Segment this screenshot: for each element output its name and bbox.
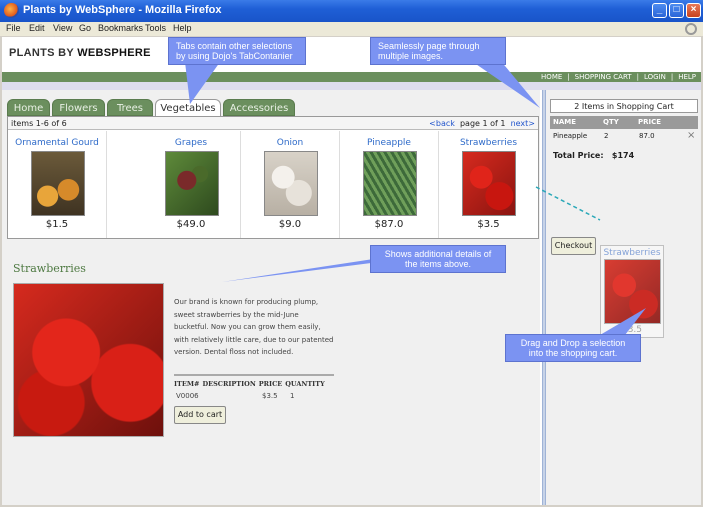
page-indicator: page 1 of 1: [459, 119, 506, 128]
item-image[interactable]: [462, 151, 516, 216]
web-page: PLANTS BY WEBSPHERE HOME | SHOPPING CART | L…: [2, 37, 701, 505]
cart-title: 2 Items in Shopping Cart: [550, 99, 698, 113]
tab-accessories[interactable]: Accessories: [223, 99, 295, 116]
menu-file[interactable]: File: [6, 23, 21, 33]
header-strip: [2, 82, 701, 90]
callout-details: Shows additional details of the items ab…: [370, 245, 506, 273]
callout-drag: Drag and Drop a selection into the shopp…: [505, 334, 641, 362]
item-price: $49.0: [176, 219, 206, 230]
cart-item-name: Pineapple: [553, 132, 588, 140]
items-count: items 1-6 of 6: [11, 119, 67, 128]
catalog-item[interactable]: Grapes $49.0: [142, 131, 241, 238]
item-name[interactable]: Onion: [241, 138, 339, 148]
shopping-cart-pane: 2 Items in Shopping Cart NAME QTY PRICE …: [546, 90, 701, 505]
cart-col-name: NAME: [553, 118, 577, 126]
cart-total-value: $174: [611, 151, 635, 160]
cart-col-qty: QTY: [603, 118, 619, 126]
item-image[interactable]: [264, 151, 318, 216]
pager: <back page 1 of 1 next>: [429, 117, 535, 130]
detail-table-header: ITEM# DESCRIPTION PRICE QUANTITY: [174, 380, 328, 388]
col-quantity: QUANTITY: [285, 380, 325, 388]
dragged-item[interactable]: Strawberries $3.5: [600, 245, 664, 338]
item-image[interactable]: [363, 151, 417, 216]
cart-header: NAME QTY PRICE: [550, 116, 698, 129]
dragged-item-name: Strawberries: [603, 248, 661, 258]
checkout-button[interactable]: Checkout: [551, 237, 596, 255]
pager-back-link[interactable]: <back: [429, 119, 455, 128]
catalog-item[interactable]: Pineapple $87.0: [340, 131, 439, 238]
col-description: DESCRIPTION: [202, 380, 256, 388]
item-name[interactable]: Pineapple: [340, 138, 438, 148]
item-name[interactable]: Ornamental Gourd: [8, 138, 106, 148]
item-quantity-value[interactable]: 1: [290, 392, 294, 400]
item-price: $1.5: [45, 219, 69, 230]
detail-title: Strawberries: [13, 262, 86, 275]
menu-tools[interactable]: Tools: [145, 23, 166, 33]
catalog-pane: Home Flowers Trees Vegetables Accessorie…: [2, 90, 540, 505]
maximize-button[interactable]: □: [669, 3, 684, 18]
close-button[interactable]: ×: [686, 3, 701, 18]
throbber-icon: [685, 23, 697, 35]
item-image[interactable]: [31, 151, 85, 216]
menu-bar: File Edit View Go Bookmarks Tools Help: [0, 22, 703, 36]
item-price-value: $3.5: [262, 392, 278, 400]
item-price: $3.5: [477, 219, 500, 230]
item-price: $87.0: [374, 219, 404, 230]
tab-home[interactable]: Home: [7, 99, 50, 116]
pager-bar: items 1-6 of 6 <back page 1 of 1 next>: [8, 117, 538, 130]
col-price: PRICE: [258, 380, 283, 388]
nav-help[interactable]: HELP: [673, 73, 701, 81]
cart-col-price: PRICE: [638, 118, 662, 126]
item-name[interactable]: Grapes: [142, 138, 240, 148]
detail-description: Our brand is known for producing plump, …: [174, 298, 334, 357]
logo-brand: WEBSPHERE: [77, 47, 151, 59]
site-logo[interactable]: PLANTS BY WEBSPHERE: [9, 47, 151, 59]
tab-panel: items 1-6 of 6 <back page 1 of 1 next> O…: [7, 116, 539, 239]
menu-help[interactable]: Help: [173, 23, 192, 33]
nav-shopping-cart[interactable]: SHOPPING CART: [570, 73, 637, 81]
col-item: ITEM#: [174, 380, 200, 388]
callout-paging: Seamlessly page through multiple images.: [370, 37, 506, 65]
menu-view[interactable]: View: [53, 23, 72, 33]
item-price: $9.0: [278, 219, 302, 230]
firefox-icon: [4, 3, 19, 18]
cart-item-price: 87.0: [639, 132, 655, 140]
cart-item-qty: 2: [604, 132, 609, 140]
detail-image[interactable]: [13, 283, 164, 437]
pager-next-link[interactable]: next>: [511, 119, 535, 128]
item-name[interactable]: Strawberries: [439, 138, 538, 148]
detail-table: ITEM# DESCRIPTION PRICE QUANTITY V0006 $3.5…: [174, 374, 334, 400]
catalog-item[interactable]: Ornamental Gourd $1.5: [8, 131, 107, 238]
menu-bookmarks[interactable]: Bookmarks: [98, 23, 143, 33]
catalog-item[interactable]: Onion $9.0: [241, 131, 340, 238]
logo-prefix: PLANTS BY: [9, 47, 78, 59]
remove-item-icon[interactable]: ×: [687, 130, 695, 141]
minimize-button[interactable]: _: [652, 3, 667, 18]
nav-home[interactable]: HOME: [536, 73, 567, 81]
top-nav: HOME | SHOPPING CART | LOGIN | HELP: [536, 72, 701, 82]
menu-edit[interactable]: Edit: [29, 23, 45, 33]
tab-vegetables[interactable]: Vegetables: [155, 99, 221, 117]
dragged-item-image: [604, 259, 661, 324]
catalog-item[interactable]: Strawberries $3.5: [439, 131, 538, 238]
window-titlebar: Plants by WebSphere - Mozilla Firefox _ …: [0, 0, 703, 22]
callout-tabs: Tabs contain other selections by using D…: [168, 37, 306, 65]
tab-flowers[interactable]: Flowers: [52, 99, 105, 116]
item-number: V0006: [176, 392, 199, 400]
add-to-cart-button[interactable]: Add to cart: [174, 406, 226, 424]
window-title: Plants by WebSphere - Mozilla Firefox: [23, 4, 222, 16]
cart-total-label: Total Price:: [553, 151, 604, 160]
menu-go[interactable]: Go: [79, 23, 91, 33]
cart-total: Total Price: $174: [553, 151, 634, 160]
item-image[interactable]: [165, 151, 219, 216]
tab-trees[interactable]: Trees: [107, 99, 153, 116]
nav-login[interactable]: LOGIN: [639, 73, 671, 81]
